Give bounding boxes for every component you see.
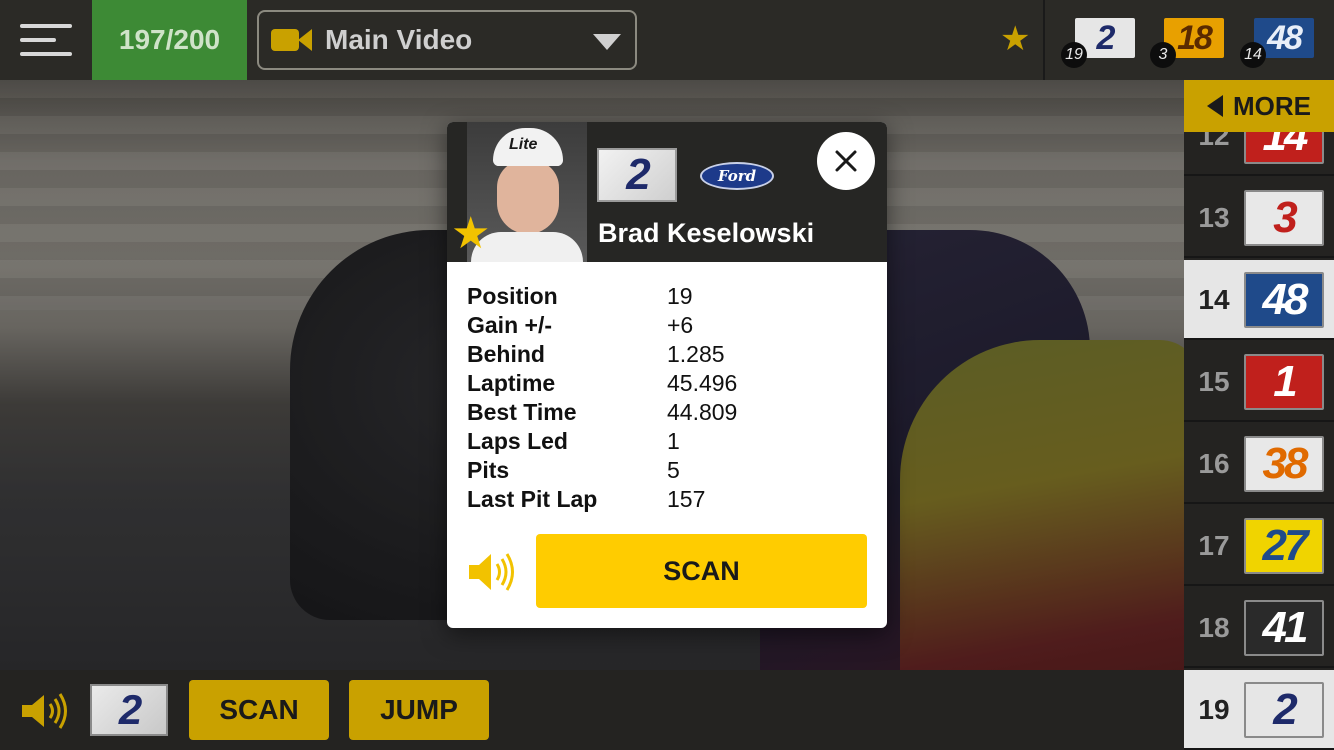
leaderboard-row[interactable]: 19 2 xyxy=(1184,670,1334,750)
star-icon[interactable]: ★ xyxy=(451,212,490,256)
row-position: 13 xyxy=(1198,202,1230,233)
stat-value: 44.809 xyxy=(667,399,738,425)
stat-label: Laps Led xyxy=(467,428,568,454)
stat-label: Position xyxy=(467,283,558,309)
menu-line-icon xyxy=(20,24,72,28)
leaderboard-sidebar[interactable]: 12 14 13 3 14 48 15 1 16 38 17 27 18 41 … xyxy=(1184,80,1334,750)
hamburger-menu-button[interactable] xyxy=(0,0,92,80)
stat-row: Laptime 45.496 xyxy=(467,369,867,398)
leaderboard-row[interactable]: 17 27 xyxy=(1184,506,1334,586)
position-badge: 3 xyxy=(1150,42,1176,68)
popup-scan-button[interactable]: SCAN xyxy=(536,534,867,608)
leaderboard-row[interactable]: 15 1 xyxy=(1184,342,1334,422)
favorite-car-0[interactable]: 2 19 xyxy=(1061,18,1135,68)
stat-label: Best Time xyxy=(467,399,577,425)
scan-button[interactable]: SCAN xyxy=(189,680,329,740)
more-label: MORE xyxy=(1233,90,1311,121)
top-bar: 197/200 Main Video ★ 2 19 18 3 48 14 xyxy=(0,0,1334,80)
row-position: 17 xyxy=(1198,530,1230,561)
stat-row: Last Pit Lap 157 xyxy=(467,485,867,514)
stat-value: 45.496 xyxy=(667,370,738,396)
manufacturer-logo: Ford xyxy=(700,162,774,190)
stat-value: 5 xyxy=(667,457,680,483)
leaderboard-row[interactable]: 13 3 xyxy=(1184,178,1334,258)
stat-label: Pits xyxy=(467,457,510,483)
stat-row: Position 19 xyxy=(467,282,867,311)
chevron-down-icon xyxy=(593,34,621,50)
jump-button[interactable]: JUMP xyxy=(349,680,489,740)
bottom-bar xyxy=(0,670,1184,750)
row-position: 14 xyxy=(1198,284,1230,315)
stat-row: Gain +/- +6 xyxy=(467,311,867,340)
row-position: 16 xyxy=(1198,448,1230,479)
menu-line-icon xyxy=(20,52,72,56)
position-badge: 14 xyxy=(1240,42,1266,68)
driver-name: Brad Keselowski xyxy=(598,218,815,248)
stat-value: 1.285 xyxy=(667,341,725,367)
close-icon xyxy=(835,150,857,172)
stat-value: +6 xyxy=(667,312,694,338)
app-root: 197/200 Main Video ★ 2 19 18 3 48 14 1 2 … xyxy=(0,0,1334,750)
selected-car-tile[interactable]: 2 xyxy=(90,684,168,736)
chevron-left-icon xyxy=(1207,95,1223,117)
car-number-tile: 2 xyxy=(1244,682,1324,738)
cap-logo: Lite xyxy=(509,136,538,153)
stat-value: 19 xyxy=(667,283,693,309)
car-number-tile: 3 xyxy=(1244,190,1324,246)
car-number-tile: 38 xyxy=(1244,436,1324,492)
video-camera-icon xyxy=(271,27,315,53)
stat-value: 1 xyxy=(667,428,680,454)
driver-stats: Position 19 Gain +/- +6 Behind 1.285 Laptim… xyxy=(467,282,867,514)
driver-cap: Lite xyxy=(493,128,563,166)
leaderboard-row[interactable]: 18 41 xyxy=(1184,588,1334,668)
stat-row: Pits 5 xyxy=(467,456,867,485)
speaker-icon[interactable] xyxy=(467,550,517,594)
video-source-label: Main Video xyxy=(325,24,473,55)
stat-row: Best Time 44.809 xyxy=(467,398,867,427)
row-position: 19 xyxy=(1198,694,1230,725)
car-number-tile: 41 xyxy=(1244,600,1324,656)
stat-label: Gain +/- xyxy=(467,312,552,338)
video-source-dropdown[interactable]: Main Video xyxy=(257,10,637,70)
stat-row: Laps Led 1 xyxy=(467,427,867,456)
favorite-car-1[interactable]: 18 3 xyxy=(1150,18,1224,68)
car-number-tile: 48 xyxy=(1244,272,1324,328)
leaderboard-row[interactable]: 14 48 xyxy=(1184,260,1334,340)
position-badge: 19 xyxy=(1061,42,1087,68)
car-number-tile: 27 xyxy=(1244,518,1324,574)
driver-detail-popup: Lite ★ 2 Ford Brad Keselowski Position 19… xyxy=(447,122,887,628)
stat-row: Behind 1.285 xyxy=(467,340,867,369)
lap-counter: 197/200 xyxy=(92,0,247,80)
stat-label: Laptime xyxy=(467,370,556,396)
row-position: 18 xyxy=(1198,612,1230,643)
stat-label: Behind xyxy=(467,341,545,367)
leaderboard-row[interactable]: 16 38 xyxy=(1184,424,1334,504)
favorite-car-2[interactable]: 48 14 xyxy=(1240,18,1314,68)
divider xyxy=(1043,0,1045,80)
stat-value: 157 xyxy=(667,486,706,512)
close-button[interactable] xyxy=(817,132,875,190)
speaker-icon[interactable] xyxy=(20,692,70,730)
row-position: 15 xyxy=(1198,366,1230,397)
car-number-tile: 1 xyxy=(1244,354,1324,410)
star-icon[interactable]: ★ xyxy=(1000,22,1030,56)
car-number-tile: 2 xyxy=(597,148,677,202)
popup-header: Lite ★ 2 Ford Brad Keselowski xyxy=(447,122,887,262)
driver-face xyxy=(497,160,559,234)
menu-line-icon xyxy=(20,38,56,42)
stat-label: Last Pit Lap xyxy=(467,486,598,512)
more-button[interactable]: MORE xyxy=(1184,80,1334,132)
